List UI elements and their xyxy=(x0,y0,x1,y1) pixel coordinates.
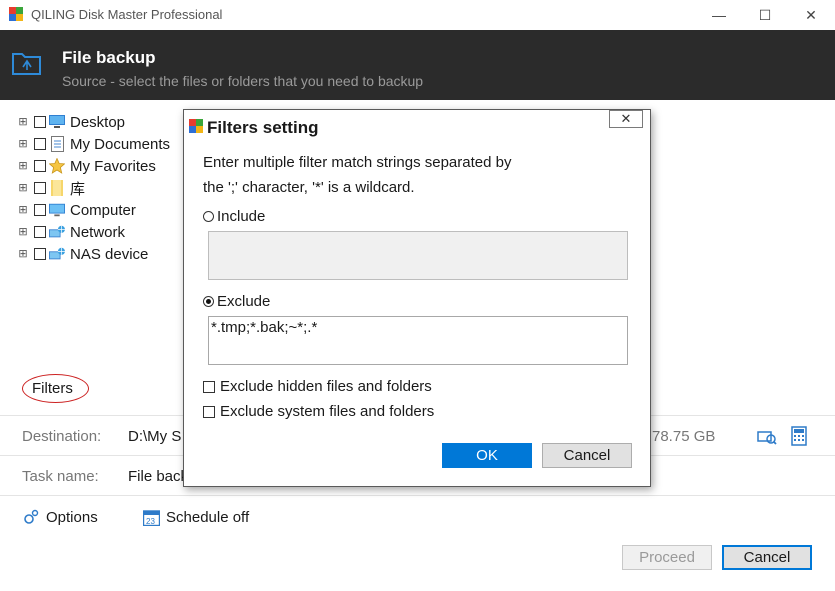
exclude-label: Exclude xyxy=(217,293,271,310)
browse-network-icon[interactable] xyxy=(757,426,777,446)
close-window-button[interactable]: ✕ xyxy=(788,0,834,30)
expand-icon[interactable]: ⊞ xyxy=(18,227,28,238)
options-gear-icon xyxy=(22,508,40,526)
calculator-icon[interactable] xyxy=(789,426,809,446)
include-radio[interactable] xyxy=(203,211,214,222)
expand-icon[interactable]: ⊞ xyxy=(18,117,28,128)
include-radio-row[interactable]: Include xyxy=(203,208,265,225)
page-header: File backup Source - select the files or… xyxy=(0,30,835,100)
tree-item-label: Desktop xyxy=(70,113,126,131)
schedule-label: Schedule off xyxy=(166,508,250,526)
dialog-title: Filters setting xyxy=(207,118,319,137)
tree-item-computer[interactable]: ⊞ Computer xyxy=(18,200,136,220)
window-title: QILING Disk Master Professional xyxy=(31,7,223,22)
tree-checkbox[interactable] xyxy=(34,182,46,194)
tree-item-label: My Favorites xyxy=(70,157,156,175)
desktop-icon xyxy=(49,114,65,130)
options-button[interactable]: Options xyxy=(22,508,98,526)
network-icon xyxy=(49,224,65,240)
app-logo-icon xyxy=(9,7,23,21)
tree-item-my-documents[interactable]: ⊞ My Documents xyxy=(18,134,170,154)
calendar-icon: 23 xyxy=(142,508,160,526)
tree-checkbox[interactable] xyxy=(34,138,46,150)
page-title: File backup xyxy=(62,48,156,67)
include-label: Include xyxy=(217,208,266,225)
nas-icon xyxy=(49,246,65,262)
tree-item-network[interactable]: ⊞ Network xyxy=(18,222,125,242)
include-input[interactable] xyxy=(208,231,628,280)
task-name-label: Task name: xyxy=(22,468,99,485)
exclude-hidden-row[interactable]: Exclude hidden files and folders xyxy=(203,378,432,395)
exclude-radio-row[interactable]: Exclude xyxy=(203,293,270,310)
exclude-system-checkbox[interactable] xyxy=(203,405,215,418)
page-subtitle: Source - select the files or folders tha… xyxy=(62,73,424,89)
exclude-hidden-label: Exclude hidden files and folders xyxy=(220,378,432,395)
dialog-close-button[interactable]: ✕ xyxy=(609,110,643,128)
expand-icon[interactable]: ⊞ xyxy=(18,139,28,150)
tree-checkbox[interactable] xyxy=(34,204,46,216)
window-titlebar: QILING Disk Master Professional — ☐ ✕ xyxy=(0,0,835,30)
divider xyxy=(0,495,835,496)
tree-item-library[interactable]: ⊞ 库 xyxy=(18,178,85,198)
expand-icon[interactable]: ⊞ xyxy=(18,183,28,194)
app-logo-icon xyxy=(189,119,203,133)
tree-checkbox[interactable] xyxy=(34,226,46,238)
dialog-titlebar: Filters setting ✕ xyxy=(184,110,650,143)
schedule-button[interactable]: 23 Schedule off xyxy=(142,508,249,526)
tree-checkbox[interactable] xyxy=(34,248,46,260)
documents-icon xyxy=(49,136,65,152)
proceed-button[interactable]: Proceed xyxy=(622,545,712,570)
destination-label: Destination: xyxy=(22,428,102,445)
tree-item-label: My Documents xyxy=(70,135,171,153)
options-label: Options xyxy=(46,508,98,526)
svg-text:23: 23 xyxy=(146,517,155,526)
exclude-hidden-checkbox[interactable] xyxy=(203,380,215,393)
folder-icon xyxy=(49,180,65,196)
tree-item-label: Computer xyxy=(70,201,136,219)
folder-backup-icon xyxy=(12,53,41,75)
ok-button[interactable]: OK xyxy=(442,443,532,468)
maximize-button[interactable]: ☐ xyxy=(742,0,788,30)
tree-item-my-favorites[interactable]: ⊞ My Favorites xyxy=(18,156,156,176)
exclude-system-row[interactable]: Exclude system files and folders xyxy=(203,403,434,420)
tree-checkbox[interactable] xyxy=(34,116,46,128)
tree-item-desktop[interactable]: ⊞ Desktop xyxy=(18,112,125,132)
exclude-input[interactable]: *.tmp;*.bak;~*;.* xyxy=(208,316,628,365)
star-icon xyxy=(49,158,65,174)
filters-setting-dialog: Filters setting ✕ Enter multiple filter … xyxy=(183,109,651,487)
tree-item-label: 库 xyxy=(70,180,86,198)
tree-checkbox[interactable] xyxy=(34,160,46,172)
minimize-button[interactable]: — xyxy=(696,0,742,30)
tree-item-label: NAS device xyxy=(70,245,149,263)
destination-path[interactable]: D:\My S xyxy=(128,428,181,445)
exclude-radio[interactable] xyxy=(203,296,214,307)
destination-free-space: 78.75 GB xyxy=(652,428,716,445)
tree-item-nas-device[interactable]: ⊞ NAS device xyxy=(18,244,148,264)
expand-icon[interactable]: ⊞ xyxy=(18,249,28,260)
cancel-button[interactable]: Cancel xyxy=(722,545,812,570)
exclude-system-label: Exclude system files and folders xyxy=(220,403,435,420)
computer-icon xyxy=(49,202,65,218)
expand-icon[interactable]: ⊞ xyxy=(18,205,28,216)
filters-link[interactable]: Filters xyxy=(32,380,73,397)
dialog-cancel-button[interactable]: Cancel xyxy=(542,443,632,468)
instruction-line-1: Enter multiple filter match strings sepa… xyxy=(203,154,512,171)
tree-item-label: Network xyxy=(70,223,126,241)
instruction-line-2: the ';' character, '*' is a wildcard. xyxy=(203,179,415,196)
expand-icon[interactable]: ⊞ xyxy=(18,161,28,172)
task-name-field[interactable]: File back xyxy=(128,468,188,485)
